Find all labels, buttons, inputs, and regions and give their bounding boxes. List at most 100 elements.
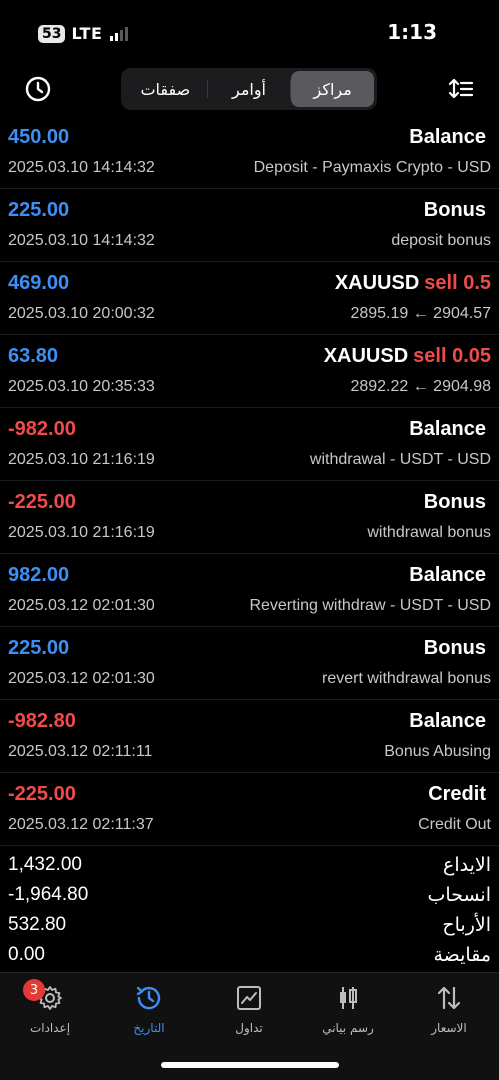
list-item[interactable]: 450.00 2025.03.10 14:14:32 Balance Depos… [0, 116, 499, 189]
history-tabs: مراكز أوامر صفقات [121, 68, 377, 110]
summary-value: 0.00 [8, 944, 45, 965]
row-sell-label: sell 0.5 [424, 272, 491, 294]
status-left: 53 LTE [38, 24, 129, 43]
trade-chart-icon [234, 983, 264, 1013]
row-date: 2025.03.10 21:16:19 [8, 451, 155, 468]
row-title: Bonus [424, 491, 491, 514]
row-symbol: Balance [409, 418, 486, 440]
summary-value: 532.80 [8, 914, 67, 935]
row-description: withdrawal bonus [367, 524, 491, 541]
row-title: Balance [409, 564, 491, 587]
summary-row-swap: 0.00 مقايضة [0, 942, 499, 972]
row-title: Bonus [424, 199, 491, 222]
nav-history[interactable]: التاريخ [104, 983, 194, 1043]
network-type: LTE [71, 24, 103, 43]
row-symbol: Bonus [423, 199, 486, 221]
battery-indicator: 53 [38, 24, 66, 43]
list-item[interactable]: -225.00 2025.03.12 02:11:37 Credit Credi… [0, 773, 499, 846]
history-summary: 1,432.00 الايداع -1,964.80 انسحاب 532.80… [0, 852, 499, 972]
nav-label: تداول [235, 1021, 263, 1035]
list-item[interactable]: 469.00 2025.03.10 20:00:32 XAUUSD sell 0.… [0, 262, 499, 335]
row-amount: 450.00 [8, 126, 70, 148]
nav-label: إعدادات [29, 1021, 71, 1035]
history-toolbar: مراكز أوامر صفقات [0, 66, 499, 112]
notification-badge: 3 [23, 979, 45, 1001]
tab-orders[interactable]: أوامر [208, 71, 291, 107]
row-title: XAUUSD sell 0.05 [324, 345, 491, 368]
list-item[interactable]: 225.00 2025.03.12 02:01:30 Bonus revert … [0, 627, 499, 700]
summary-label: الايداع [443, 854, 491, 876]
row-amount: 982.00 [8, 564, 70, 586]
row-description: Reverting withdraw - USDT - USD [249, 597, 491, 614]
nav-chart[interactable]: رسم بياني [303, 983, 393, 1043]
summary-row-deposit: 1,432.00 الايداع [0, 852, 499, 882]
row-symbol: Bonus [423, 637, 486, 659]
summary-label: مقايضة [433, 944, 491, 966]
history-list: 450.00 2025.03.10 14:14:32 Balance Depos… [0, 116, 499, 846]
row-amount: -982.80 [8, 710, 76, 732]
period-clock-icon[interactable] [21, 72, 55, 106]
tab-positions[interactable]: مراكز [291, 71, 374, 107]
row-date: 2025.03.10 20:00:32 [8, 305, 155, 322]
row-description: deposit bonus [391, 232, 491, 249]
list-item[interactable]: -225.00 2025.03.10 21:16:19 Bonus withdr… [0, 481, 499, 554]
row-date: 2025.03.10 14:14:32 [8, 159, 155, 176]
list-item[interactable]: -982.00 2025.03.10 21:16:19 Balance with… [0, 408, 499, 481]
row-description: Deposit - Paymaxis Crypto - USD [253, 159, 491, 176]
row-description: withdrawal - USDT - USD [309, 451, 491, 468]
summary-row-withdrawal: -1,964.80 انسحاب [0, 882, 499, 912]
tab-deals[interactable]: صفقات [124, 71, 207, 107]
row-title: Balance [409, 710, 491, 733]
row-title: Credit [428, 783, 491, 806]
row-description: 2892.22 ← 2904.98 [350, 378, 491, 395]
row-date: 2025.03.10 21:16:19 [8, 524, 155, 541]
nav-label: رسم بياني [322, 1021, 374, 1035]
row-description: Bonus Abusing [384, 743, 491, 760]
row-symbol: Balance [409, 710, 486, 732]
quotes-arrows-icon [434, 983, 464, 1013]
row-symbol: XAUUSD [334, 272, 420, 294]
row-amount: 63.80 [8, 345, 59, 367]
row-amount: 225.00 [8, 637, 70, 659]
row-date: 2025.03.12 02:11:37 [8, 816, 154, 833]
list-item[interactable]: 63.80 2025.03.10 20:35:33 XAUUSD sell 0.0… [0, 335, 499, 408]
summary-row-profit: 532.80 الأرباح [0, 912, 499, 942]
row-symbol: Credit [428, 783, 486, 805]
signal-icon [110, 26, 129, 41]
row-symbol: Bonus [423, 491, 486, 513]
nav-settings[interactable]: 3 إعدادات [5, 979, 95, 1043]
row-symbol: XAUUSD [323, 345, 409, 367]
row-title: Balance [409, 418, 491, 441]
nav-label: التاريخ [133, 1021, 165, 1035]
row-symbol: Balance [409, 126, 486, 148]
row-symbol: Balance [409, 564, 486, 586]
history-icon [134, 983, 164, 1013]
sort-icon[interactable] [444, 72, 478, 106]
nav-quotes[interactable]: الاسعار [404, 983, 494, 1043]
row-amount: 469.00 [8, 272, 70, 294]
status-time: 1:13 [387, 20, 437, 44]
nav-label: الاسعار [431, 1021, 467, 1035]
summary-value: -1,964.80 [8, 884, 89, 905]
row-date: 2025.03.12 02:11:11 [8, 743, 153, 760]
row-description: Credit Out [418, 816, 491, 833]
row-amount: -225.00 [8, 783, 76, 805]
list-item[interactable]: 982.00 2025.03.12 02:01:30 Balance Rever… [0, 554, 499, 627]
list-item[interactable]: 225.00 2025.03.10 14:14:32 Bonus deposit… [0, 189, 499, 262]
row-amount: -225.00 [8, 491, 76, 513]
summary-label: الأرباح [442, 914, 491, 936]
row-title: Bonus [424, 637, 491, 660]
nav-trade[interactable]: تداول [204, 983, 294, 1043]
row-title: XAUUSD sell 0.5 [335, 272, 491, 295]
candlestick-icon [333, 983, 363, 1013]
row-amount: -982.00 [8, 418, 76, 440]
row-date: 2025.03.12 02:01:30 [8, 597, 155, 614]
home-indicator[interactable] [161, 1062, 339, 1068]
row-title: Balance [409, 126, 491, 149]
row-description: revert withdrawal bonus [322, 670, 491, 687]
summary-label: انسحاب [427, 884, 491, 906]
row-description: 2895.19 ← 2904.57 [350, 305, 491, 322]
list-item[interactable]: -982.80 2025.03.12 02:11:11 Balance Bonu… [0, 700, 499, 773]
summary-value: 1,432.00 [8, 854, 82, 875]
row-amount: 225.00 [8, 199, 70, 221]
